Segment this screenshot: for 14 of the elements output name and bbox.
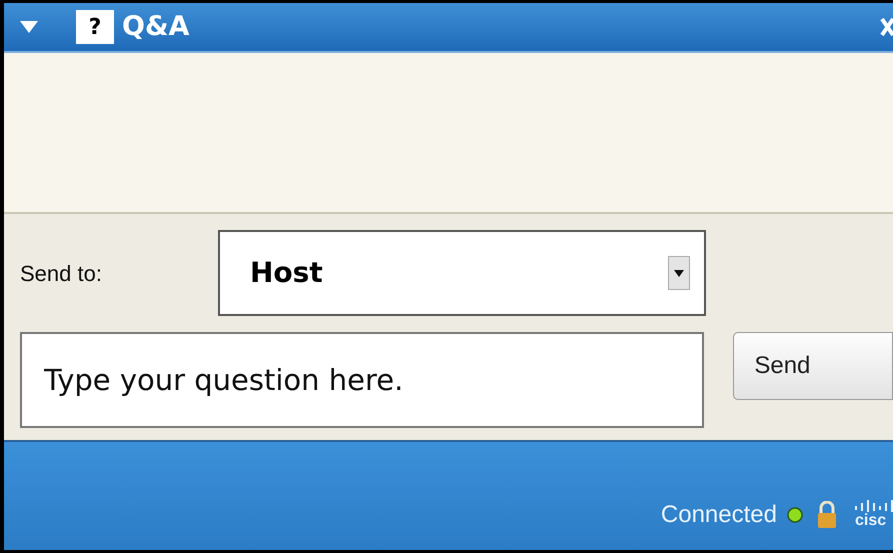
dropdown-arrow-button[interactable]	[668, 256, 690, 290]
question-field[interactable]: Type your question here.	[20, 332, 704, 428]
send-button[interactable]: Send	[733, 332, 893, 400]
recipient-dropdown[interactable]: Host	[218, 230, 706, 316]
send-to-label: Send to:	[20, 260, 103, 288]
lock-icon	[817, 501, 837, 529]
connection-status: Connected	[660, 500, 777, 530]
dropdown-value: Host	[250, 255, 324, 291]
brand-logo: cisc	[855, 500, 893, 530]
question-mark-badge: ?	[76, 10, 114, 44]
window-title: Q&A	[122, 10, 190, 44]
caret-icon	[20, 20, 38, 34]
caret-icon	[674, 270, 684, 276]
close-icon[interactable]	[880, 17, 893, 37]
